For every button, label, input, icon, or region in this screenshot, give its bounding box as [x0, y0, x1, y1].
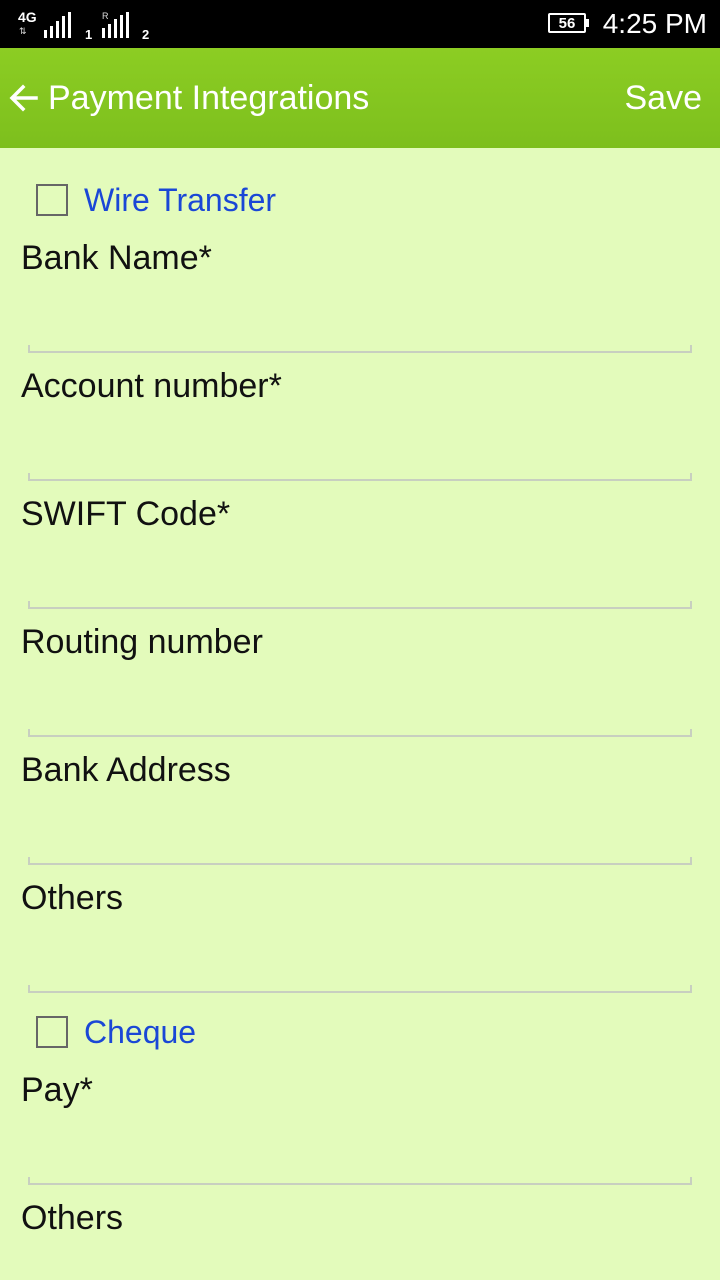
cheque-option[interactable]: Cheque — [36, 1012, 196, 1052]
routing-number-underline — [28, 729, 692, 737]
swift-code-input[interactable] — [28, 554, 692, 598]
bank-address-input[interactable] — [28, 810, 692, 854]
swift-code-underline — [28, 601, 692, 609]
bank-name-input[interactable] — [28, 298, 692, 342]
status-bar: 4G ⇅ 1 R 2 56 4:25 PM — [0, 0, 720, 48]
routing-number-input[interactable] — [28, 682, 692, 726]
battery-icon: 56 — [548, 13, 589, 33]
pay-label: Pay* — [21, 1071, 93, 1109]
bank-address-label: Bank Address — [21, 751, 231, 789]
wire-others-input[interactable] — [28, 938, 692, 982]
save-button[interactable]: Save — [625, 78, 703, 118]
pay-underline — [28, 1177, 692, 1185]
sim2-label: 2 — [142, 27, 150, 42]
account-number-input[interactable] — [28, 426, 692, 470]
wire-transfer-label[interactable]: Wire Transfer — [84, 180, 276, 220]
cheque-label[interactable]: Cheque — [84, 1012, 196, 1052]
wire-transfer-option[interactable]: Wire Transfer — [36, 180, 276, 220]
signal-icon-sim1 — [44, 12, 71, 38]
signal-icon-sim2 — [102, 12, 129, 38]
cheque-checkbox[interactable] — [36, 1016, 68, 1048]
bank-name-underline — [28, 345, 692, 353]
page-title: Payment Integrations — [48, 79, 370, 117]
account-number-underline — [28, 473, 692, 481]
wire-others-underline — [28, 985, 692, 993]
bank-address-underline — [28, 857, 692, 865]
pay-input[interactable] — [28, 1130, 692, 1174]
swift-code-label: SWIFT Code* — [21, 495, 231, 533]
bank-name-label: Bank Name* — [21, 239, 212, 277]
battery-level: 56 — [558, 14, 576, 32]
clock: 4:25 PM — [602, 8, 707, 39]
sim1-label: 1 — [85, 27, 93, 42]
wire-transfer-checkbox[interactable] — [36, 184, 68, 216]
account-number-label: Account number* — [21, 367, 282, 405]
arrow-left-icon[interactable] — [6, 80, 42, 116]
routing-number-label: Routing number — [21, 623, 263, 661]
cheque-others-label: Others — [21, 1199, 124, 1237]
app-bar: Payment Integrations Save — [0, 48, 720, 148]
data-arrows-icon: ⇅ — [19, 26, 27, 36]
network-type: 4G — [18, 9, 37, 25]
wire-others-label: Others — [21, 879, 124, 917]
